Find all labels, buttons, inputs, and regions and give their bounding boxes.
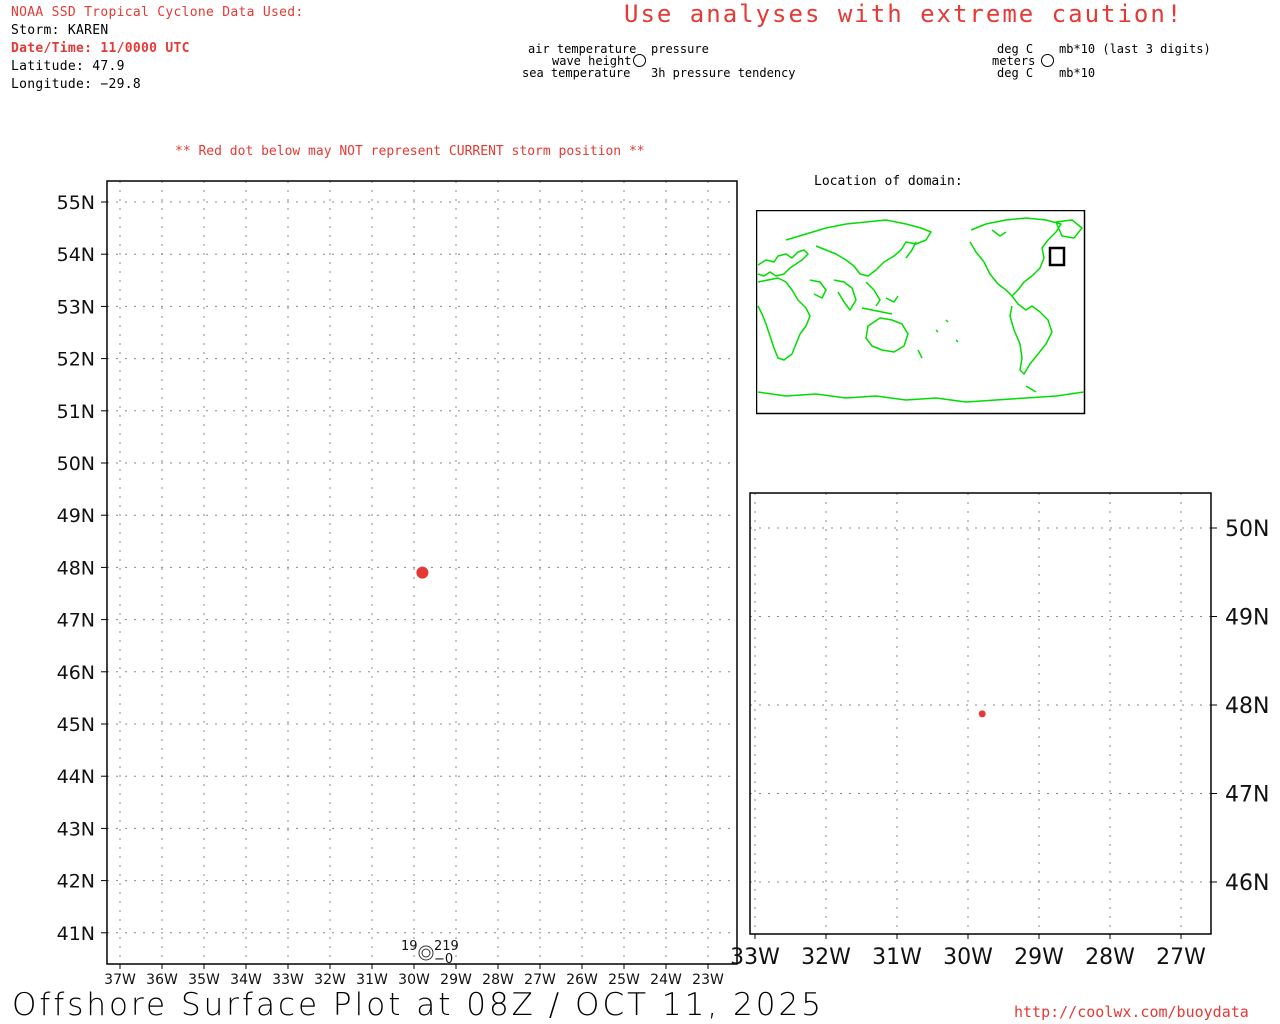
- lat-tick-label: 43N: [57, 818, 95, 840]
- lat-tick-label: 49N: [57, 505, 95, 527]
- lon-tick-label: 25W: [608, 972, 640, 988]
- lat-tick-label: 52N: [57, 349, 95, 371]
- lat-tick-label: 44N: [57, 766, 95, 788]
- lon-tick-label: 28W: [482, 972, 514, 988]
- lat-tick-label: 54N: [57, 244, 95, 266]
- station-air-temp: 19: [401, 939, 418, 954]
- lat-tick-label: 50N: [57, 453, 95, 475]
- lon-tick-label: 32W: [314, 972, 346, 988]
- lat-tick-label: 55N: [57, 192, 95, 214]
- lat-tick-label: 45N: [57, 714, 95, 736]
- lon-tick-label: 23W: [692, 972, 724, 988]
- lon-tick-label: 24W: [650, 972, 682, 988]
- lat-tick-label: 41N: [57, 923, 95, 945]
- main-map: 55N 54N 53N 52N 51N 50N 49N 48N 47N 46N 45N 44N 43N 4…: [57, 180, 738, 988]
- lon-tick-label: 35W: [188, 972, 220, 988]
- lon-tick-label: 26W: [566, 972, 598, 988]
- lon-tick-label: 29W: [440, 972, 472, 988]
- lon-tick-label: 34W: [230, 972, 262, 988]
- lat-tick-label: 42N: [57, 871, 95, 893]
- lon-tick-label: 36W: [146, 972, 178, 988]
- lat-tick-label: 51N: [57, 401, 95, 423]
- lat-tick-label: 47N: [57, 610, 95, 632]
- lat-tick-label: 53N: [57, 296, 95, 318]
- lon-tick-label: 31W: [356, 972, 388, 988]
- station-tendency: −0: [434, 952, 453, 967]
- station-plot: 19 219 −0: [401, 939, 459, 967]
- world-locator-map: [756, 210, 1086, 415]
- station-inner-circle-icon: [421, 948, 431, 958]
- source-url[interactable]: http://coolwx.com/buoydata: [1014, 1003, 1249, 1021]
- lon-tick-label: 37W: [104, 972, 136, 988]
- lon-tick-label: 27W: [524, 972, 556, 988]
- lat-tick-label: 48N: [57, 557, 95, 579]
- station-outer-circle-icon: [418, 945, 434, 961]
- lon-tick-label: 33W: [272, 972, 304, 988]
- storm-position-dot: [416, 566, 429, 579]
- lat-tick-label: 46N: [57, 662, 95, 684]
- plot-title: Offshore Surface Plot at 08Z / OCT 11, 2…: [12, 987, 824, 1023]
- lon-tick-label: 30W: [398, 972, 430, 988]
